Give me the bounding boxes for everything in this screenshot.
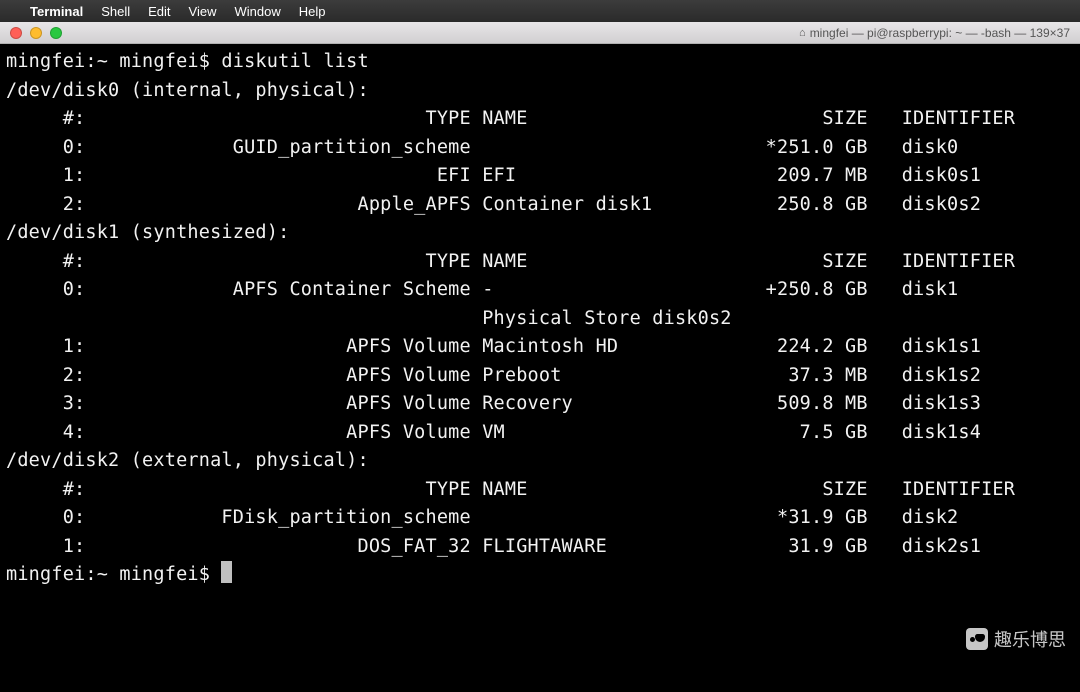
terminal-output-line: 1: EFI EFI 209.7 MB disk0s1 bbox=[6, 162, 1074, 191]
terminal-output-line: 0: FDisk_partition_scheme *31.9 GB disk2 bbox=[6, 504, 1074, 533]
terminal-viewport[interactable]: mingfei:~ mingfei$ diskutil list/dev/dis… bbox=[0, 44, 1080, 692]
window-title-text: mingfei — pi@raspberrypi: ~ — -bash — 13… bbox=[810, 26, 1070, 40]
terminal-output-line: 3: APFS Volume Recovery 509.8 MB disk1s3 bbox=[6, 390, 1074, 419]
terminal-output-line: 0: GUID_partition_scheme *251.0 GB disk0 bbox=[6, 134, 1074, 163]
terminal-output-line: #: TYPE NAME SIZE IDENTIFIER bbox=[6, 476, 1074, 505]
terminal-output-line: #: TYPE NAME SIZE IDENTIFIER bbox=[6, 105, 1074, 134]
terminal-output-line: 1: DOS_FAT_32 FLIGHTAWARE 31.9 GB disk2s… bbox=[6, 533, 1074, 562]
home-icon: ⌂ bbox=[799, 27, 806, 39]
terminal-output-line: 1: APFS Volume Macintosh HD 224.2 GB dis… bbox=[6, 333, 1074, 362]
menubar-item-edit[interactable]: Edit bbox=[148, 4, 170, 19]
menubar-app-name[interactable]: Terminal bbox=[30, 4, 83, 19]
terminal-output-line: /dev/disk0 (internal, physical): bbox=[6, 77, 1074, 106]
terminal-output-line: /dev/disk2 (external, physical): bbox=[6, 447, 1074, 476]
terminal-output-line: #: TYPE NAME SIZE IDENTIFIER bbox=[6, 248, 1074, 277]
terminal-output-line: Physical Store disk0s2 bbox=[6, 305, 1074, 334]
terminal-output-line: 2: Apple_APFS Container disk1 250.8 GB d… bbox=[6, 191, 1074, 220]
menubar-item-view[interactable]: View bbox=[189, 4, 217, 19]
zoom-window-button[interactable] bbox=[50, 27, 62, 39]
terminal-cursor bbox=[221, 561, 232, 583]
terminal-prompt[interactable]: mingfei:~ mingfei$ bbox=[6, 561, 1074, 590]
watermark-text: 趣乐博思 bbox=[994, 626, 1066, 652]
terminal-output-line: 0: APFS Container Scheme - +250.8 GB dis… bbox=[6, 276, 1074, 305]
minimize-window-button[interactable] bbox=[30, 27, 42, 39]
menubar-item-window[interactable]: Window bbox=[235, 4, 281, 19]
window-titlebar: ⌂ mingfei — pi@raspberrypi: ~ — -bash — … bbox=[0, 22, 1080, 44]
menubar-item-shell[interactable]: Shell bbox=[101, 4, 130, 19]
macos-menubar: Terminal Shell Edit View Window Help bbox=[0, 0, 1080, 22]
window-title: ⌂ mingfei — pi@raspberrypi: ~ — -bash — … bbox=[799, 26, 1070, 40]
terminal-output-line: /dev/disk1 (synthesized): bbox=[6, 219, 1074, 248]
menubar-item-help[interactable]: Help bbox=[299, 4, 326, 19]
watermark: 趣乐博思 bbox=[966, 626, 1066, 652]
terminal-output-line: 2: APFS Volume Preboot 37.3 MB disk1s2 bbox=[6, 362, 1074, 391]
traffic-lights bbox=[0, 27, 62, 39]
terminal-prompt-text: mingfei:~ mingfei$ bbox=[6, 564, 221, 585]
terminal-output-line: 4: APFS Volume VM 7.5 GB disk1s4 bbox=[6, 419, 1074, 448]
close-window-button[interactable] bbox=[10, 27, 22, 39]
wechat-icon bbox=[966, 628, 988, 650]
terminal-command-line: mingfei:~ mingfei$ diskutil list bbox=[6, 48, 1074, 77]
